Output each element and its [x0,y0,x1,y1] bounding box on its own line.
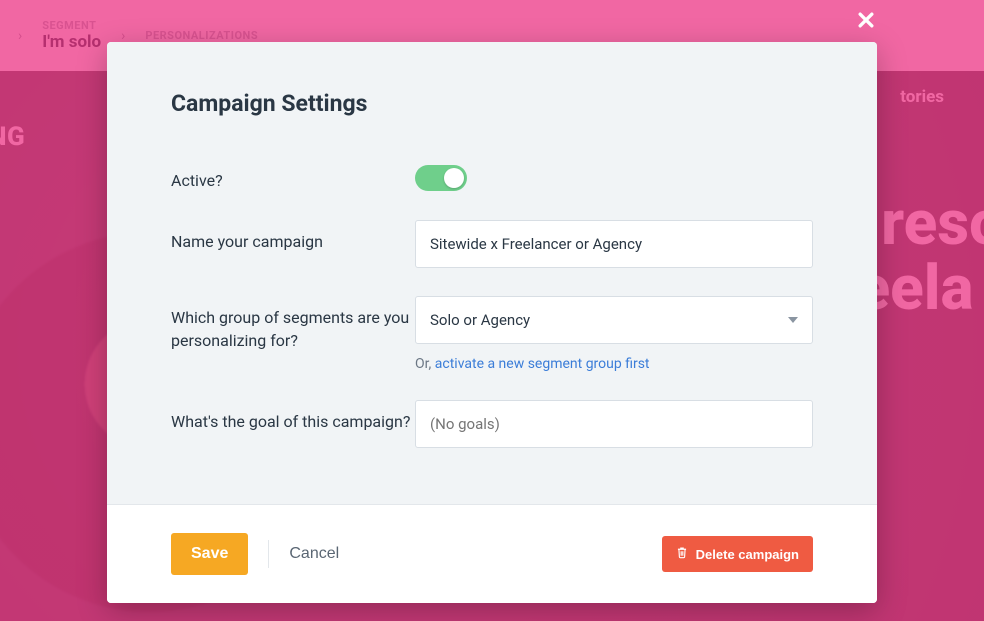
field-label-goal: What's the goal of this campaign? [171,400,415,433]
footer-divider [268,540,269,568]
delete-campaign-button[interactable]: Delete campaign [662,536,813,572]
modal-body: Campaign Settings Active? Name your camp… [107,42,877,504]
cancel-button[interactable]: Cancel [289,545,339,563]
modal-title: Campaign Settings [171,90,813,117]
field-label-active: Active? [171,159,415,192]
segment-group-select[interactable]: Solo or Agency [415,296,813,344]
save-button[interactable]: Save [171,533,248,575]
toggle-knob [444,168,464,188]
trash-icon [676,546,688,562]
campaign-goal-input-wrapper [415,400,813,448]
campaign-name-input[interactable] [430,235,798,253]
field-label-segment-group: Which group of segments are you personal… [171,296,415,352]
field-segment-group: Which group of segments are you personal… [171,296,813,372]
field-label-name: Name your campaign [171,220,415,253]
active-toggle[interactable] [415,165,467,191]
delete-campaign-label: Delete campaign [696,547,799,562]
activate-segment-group-link[interactable]: activate a new segment group first [435,356,650,372]
helper-prefix: Or, [415,356,435,372]
field-name: Name your campaign [171,220,813,268]
campaign-goal-input[interactable] [430,415,798,433]
modal-footer: Save Cancel Delete campaign [107,504,877,603]
field-active: Active? [171,159,813,192]
close-button[interactable] [856,10,876,30]
field-goal: What's the goal of this campaign? [171,400,813,448]
chevron-down-icon [788,317,798,323]
close-icon [856,10,876,30]
segment-group-selected: Solo or Agency [430,311,530,329]
campaign-name-input-wrapper [415,220,813,268]
campaign-settings-modal: Campaign Settings Active? Name your camp… [107,42,877,603]
segment-group-helper: Or, activate a new segment group first [415,356,813,372]
